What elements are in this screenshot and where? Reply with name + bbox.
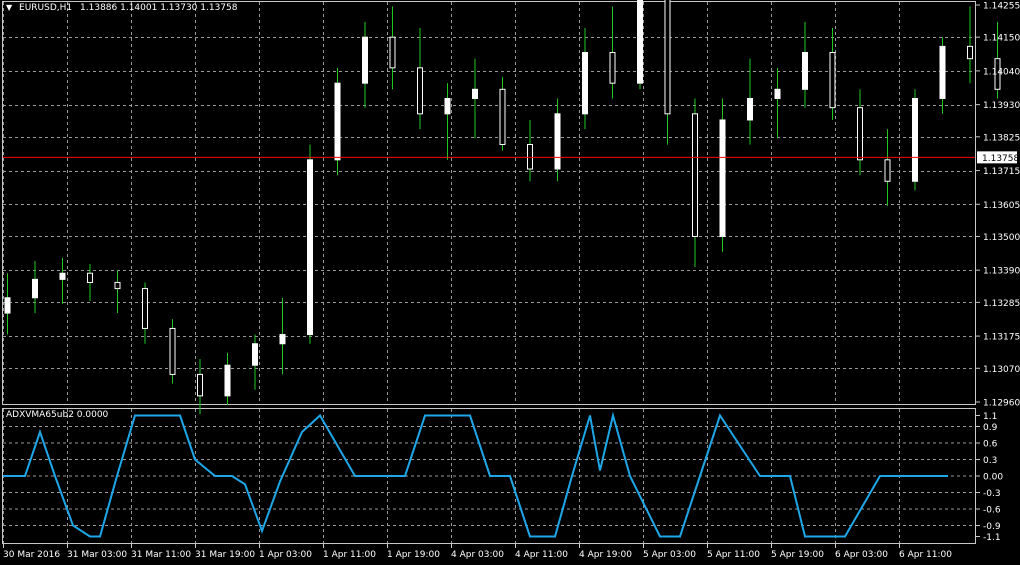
price-tick-label: 1.13715	[983, 167, 1020, 177]
price-tick-label: 1.13070	[983, 365, 1020, 375]
time-label: 4 Apr 03:00	[451, 550, 504, 560]
time-label: 6 Apr 11:00	[899, 550, 952, 560]
price-tick-label: 1.12960	[983, 399, 1020, 409]
indicator-panel[interactable]	[2, 408, 976, 544]
price-tick-label: 1.13390	[983, 267, 1020, 277]
ind-tick-label: 1.1	[983, 412, 997, 422]
price-chart-panel[interactable]	[2, 1, 976, 405]
ind-tick-label: -0.3	[983, 489, 1001, 499]
time-label: 6 Apr 03:00	[835, 550, 888, 560]
price-tick-label: 1.13930	[983, 101, 1020, 111]
price-tick-label: 1.13175	[983, 333, 1020, 343]
price-tick-label: 1.14255	[983, 2, 1020, 12]
time-label: 5 Apr 03:00	[643, 550, 696, 560]
time-label: 31 Mar 03:00	[67, 550, 127, 560]
ind-tick-label: 0.00	[983, 473, 1003, 483]
time-label: 1 Apr 03:00	[259, 550, 312, 560]
candle-body	[994, 58, 1001, 90]
price-tick-label: 1.13605	[983, 201, 1020, 211]
indicator-label: ADXVMA65ub2 0.0000	[6, 410, 109, 420]
ind-tick-label: 0.6	[983, 440, 998, 450]
ind-tick-label: -1.1	[983, 533, 1001, 543]
time-label: 5 Apr 19:00	[771, 550, 824, 560]
time-label: 4 Apr 11:00	[515, 550, 568, 560]
ind-tick-label: -0.9	[983, 522, 1001, 532]
collapse-triangle-icon[interactable]: ▼	[6, 3, 12, 12]
indicator-header: ADXVMA65ub2 0.0000	[6, 410, 108, 420]
time-label: 5 Apr 11:00	[707, 550, 760, 560]
ohlc-values: 1.13886 1.14001 1.13730 1.13758	[80, 3, 238, 13]
time-label: 1 Apr 11:00	[323, 550, 376, 560]
price-tick-label: 1.13500	[983, 233, 1020, 243]
current-price-tag	[977, 151, 1017, 164]
ind-tick-label: -0.6	[983, 506, 1001, 516]
current-price-label: 1.13758	[982, 154, 1019, 164]
time-label: 30 Mar 2016	[3, 550, 60, 560]
price-tick-label: 1.14150	[983, 34, 1020, 44]
symbol-label: EURUSD,H1	[19, 3, 73, 13]
ind-tick-label: 0.9	[983, 423, 998, 433]
time-label: 31 Mar 11:00	[131, 550, 191, 560]
price-tick-label: 1.13825	[983, 133, 1020, 143]
chart-header: ▼ EURUSD,H1 1.13886 1.14001 1.13730 1.13…	[6, 3, 237, 13]
time-label: 1 Apr 19:00	[387, 550, 440, 560]
price-tick-label: 1.13285	[983, 299, 1020, 309]
time-label: 31 Mar 19:00	[195, 550, 255, 560]
time-label: 4 Apr 19:00	[579, 550, 632, 560]
price-tick-label: 1.14040	[983, 67, 1020, 77]
ind-tick-label: 0.3	[983, 456, 997, 466]
